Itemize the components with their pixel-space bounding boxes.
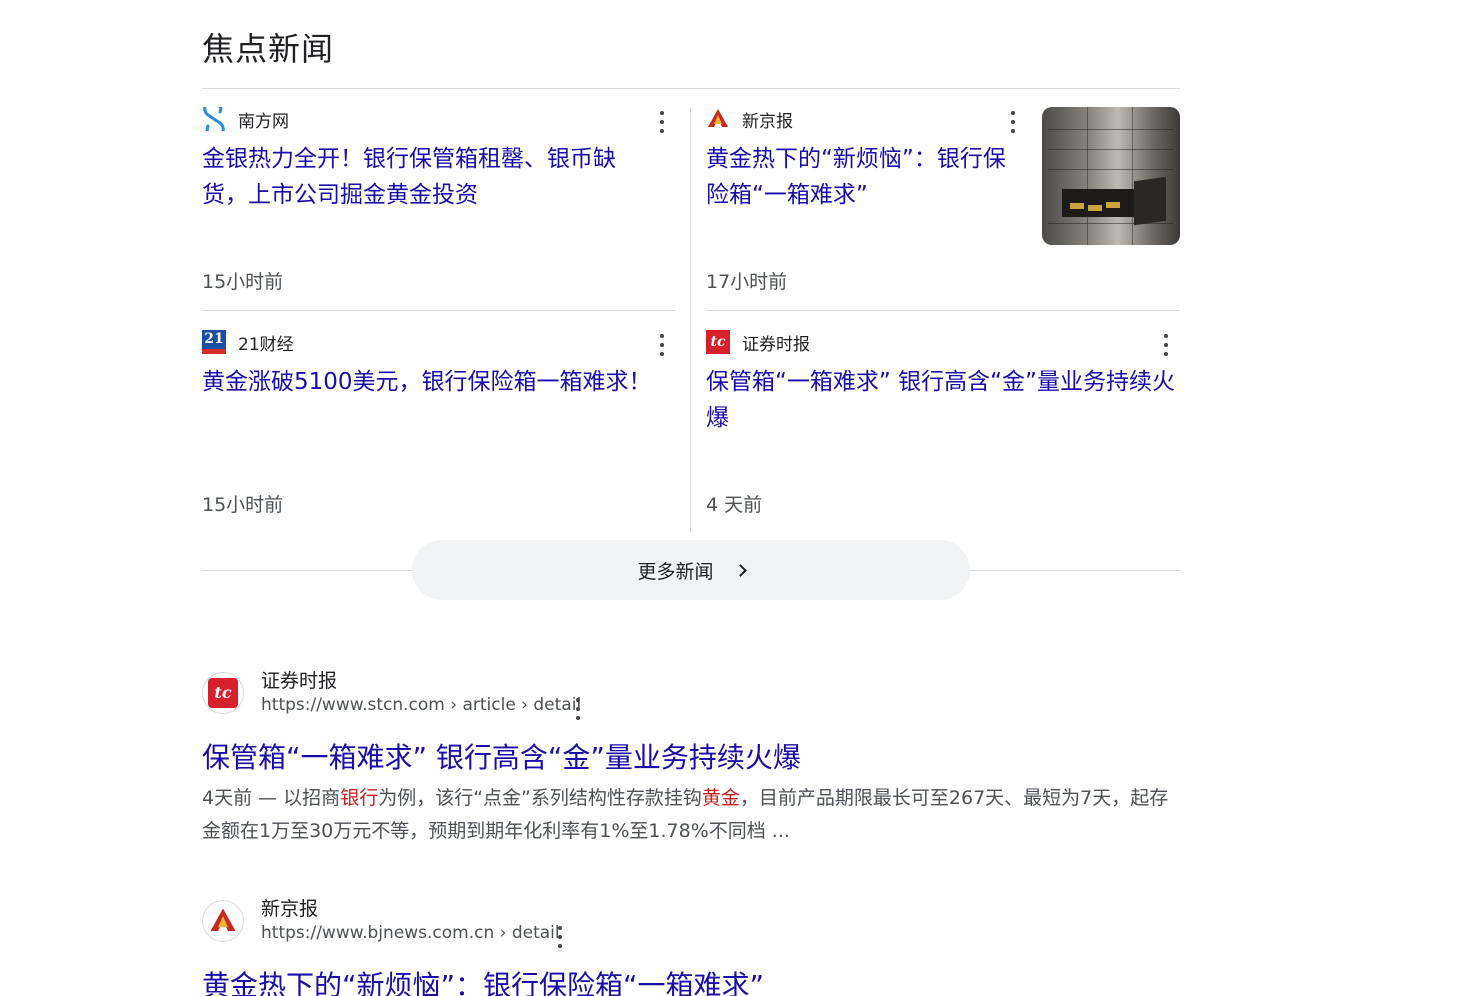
news-card[interactable]: tc 证券时报 保管箱“一箱难求” 银行高含“金”量业务持续火爆 4 天前 <box>706 330 1180 520</box>
news-source: 南方网 <box>238 111 289 132</box>
news-source: 21财经 <box>238 334 294 355</box>
result-title-link[interactable]: 保管箱“一箱难求” 银行高含“金”量业务持续火爆 <box>202 736 801 776</box>
divider <box>706 310 1180 311</box>
more-vert-icon[interactable] <box>1009 111 1017 133</box>
result-snippet: 4天前 — 以招商银行为例，该行“点金”系列结构性存款挂钩黄金，目前产品期限最长… <box>202 787 1169 842</box>
news-time: 15小时前 <box>202 271 284 293</box>
more-vert-icon[interactable] <box>1162 334 1170 356</box>
search-result: 新京报 https://www.bjnews.com.cn › detail 黄… <box>202 898 1180 996</box>
nanfang-logo-icon <box>202 99 226 139</box>
news-time: 15小时前 <box>202 494 284 516</box>
more-news-button[interactable]: 更多新闻 <box>412 540 970 600</box>
news-thumbnail[interactable] <box>1042 107 1180 245</box>
more-vert-icon[interactable] <box>574 698 582 720</box>
news-card[interactable]: 南方网 金银热力全开！银行保管箱租罄、银币缺货，上市公司掘金黄金投资 15小时前 <box>202 99 676 297</box>
news-headline[interactable]: 黄金涨破5100美元，银行保险箱一箱难求！ <box>202 364 662 400</box>
news-headline[interactable]: 保管箱“一箱难求” 银行高含“金”量业务持续火爆 <box>706 364 1180 436</box>
more-vert-icon[interactable] <box>658 111 666 133</box>
news-headline[interactable]: 黄金热下的“新烦恼”：银行保险箱“一箱难求” <box>706 141 1026 213</box>
news-time: 17小时前 <box>706 271 788 293</box>
divider <box>202 310 676 311</box>
21cj-logo-icon: 21 <box>202 330 226 354</box>
news-card[interactable]: 21 21财经 黄金涨破5100美元，银行保险箱一箱难求！ 15小时前 <box>202 330 676 520</box>
bjnews-logo-icon <box>706 107 730 131</box>
chevron-right-icon <box>733 563 747 577</box>
section-title: 焦点新闻 <box>202 30 335 68</box>
result-title-link[interactable]: 黄金热下的“新烦恼”：银行保险箱“一箱难求” <box>202 964 764 996</box>
more-vert-icon[interactable] <box>658 334 666 356</box>
result-site-name: 新京报 <box>261 898 319 920</box>
search-result: tc 证券时报 https://www.stcn.com › article ›… <box>202 670 1180 852</box>
divider <box>202 88 1180 89</box>
news-source: 证券时报 <box>742 334 810 355</box>
stcn-logo-icon: tc <box>202 672 244 714</box>
more-news-label: 更多新闻 <box>637 560 714 583</box>
result-site-name: 证券时报 <box>261 670 338 692</box>
news-headline[interactable]: 金银热力全开！银行保管箱租罄、银币缺货，上市公司掘金黄金投资 <box>202 141 652 213</box>
result-url[interactable]: https://www.stcn.com › article › detail <box>261 695 581 715</box>
more-vert-icon[interactable] <box>556 926 564 948</box>
bjnews-logo-icon <box>202 900 244 942</box>
stcn-logo-icon: tc <box>706 330 730 354</box>
divider <box>690 108 691 532</box>
news-time: 4 天前 <box>706 494 763 516</box>
result-url[interactable]: https://www.bjnews.com.cn › detail <box>261 923 560 943</box>
news-source: 新京报 <box>742 111 793 132</box>
